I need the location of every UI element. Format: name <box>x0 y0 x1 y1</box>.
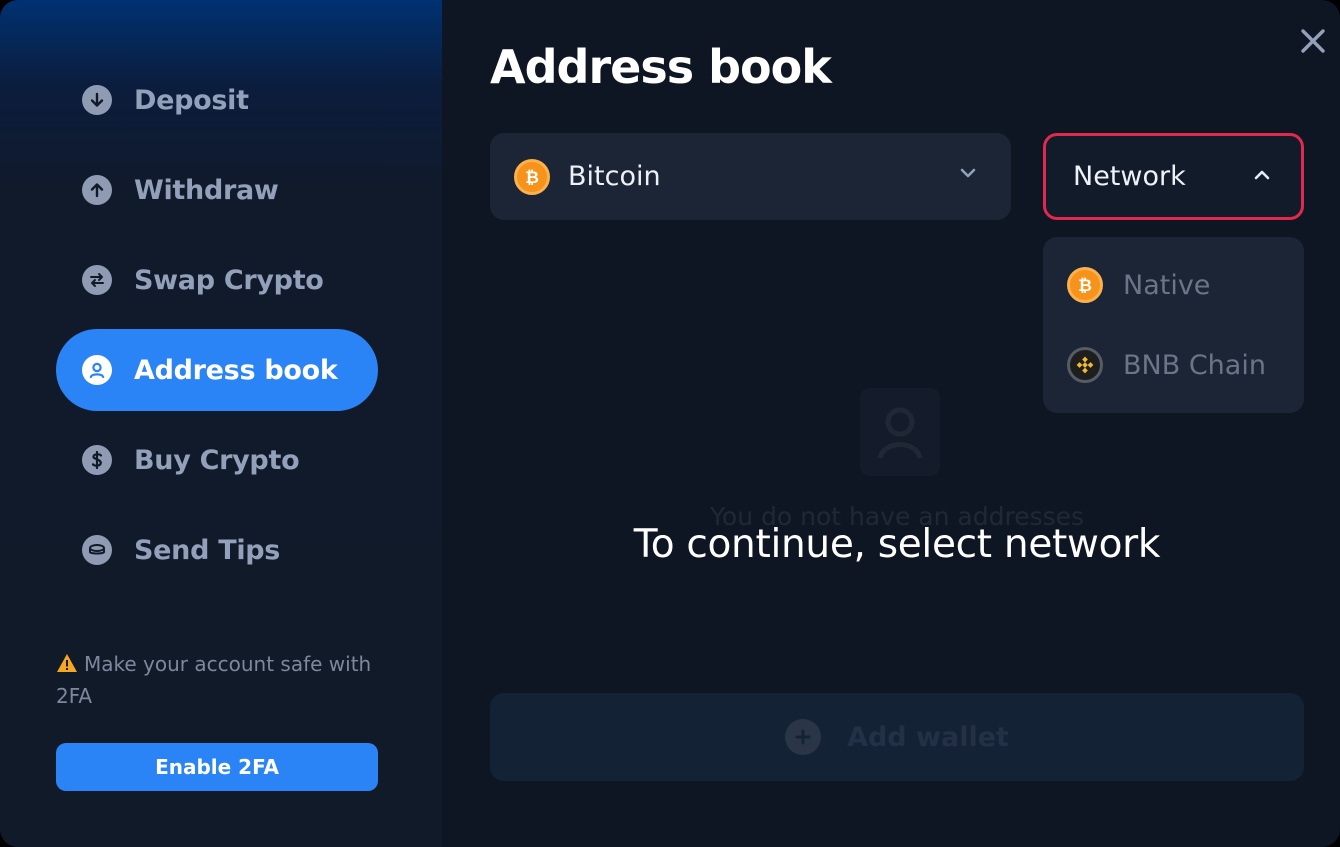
security-note-text: Make your account safe with 2FA <box>56 652 372 708</box>
coins-circle-icon <box>82 535 112 565</box>
sidebar-item-deposit[interactable]: Deposit <box>56 59 378 141</box>
coin-select[interactable]: ₿ Bitcoin <box>490 133 1011 220</box>
coin-select-value: Bitcoin <box>568 161 661 192</box>
close-icon <box>1301 29 1325 53</box>
network-option-label: BNB Chain <box>1123 349 1266 381</box>
sidebar-item-label: Buy Crypto <box>134 444 300 476</box>
sidebar-item-send-tips[interactable]: Send Tips <box>56 509 378 591</box>
network-option-bnb-chain[interactable]: BNB Chain <box>1067 345 1266 385</box>
bnb-chain-icon <box>1067 347 1103 383</box>
address-book-modal: Deposit Withdraw Swap Crypto Address boo… <box>0 0 1340 847</box>
sidebar-item-swap-crypto[interactable]: Swap Crypto <box>56 239 378 321</box>
warning-icon <box>57 654 77 672</box>
chevron-down-icon <box>960 168 976 178</box>
sidebar-item-label: Address book <box>134 354 338 386</box>
plus-icon <box>785 719 822 755</box>
sidebar-item-label: Deposit <box>134 84 249 116</box>
network-select[interactable]: Network <box>1043 133 1304 220</box>
sidebar-item-label: Withdraw <box>134 174 279 206</box>
address-book-icon <box>860 388 940 476</box>
sidebar-item-withdraw[interactable]: Withdraw <box>56 149 378 231</box>
page-title: Address book <box>490 40 832 94</box>
network-option-label: Native <box>1123 269 1211 301</box>
sidebar-item-label: Send Tips <box>134 534 281 566</box>
security-note: Make your account safe with 2FA <box>56 648 376 712</box>
sidebar-item-address-book[interactable]: Address book <box>56 329 378 411</box>
dollar-circle-icon <box>82 445 112 475</box>
svg-text:₿: ₿ <box>525 168 539 187</box>
network-select-label: Network <box>1073 161 1186 192</box>
close-button[interactable] <box>1296 24 1330 58</box>
bitcoin-icon: ₿ <box>514 158 550 195</box>
sidebar: Deposit Withdraw Swap Crypto Address boo… <box>0 0 442 847</box>
arrow-up-circle-icon <box>82 175 112 205</box>
network-option-native[interactable]: ₿ Native <box>1067 265 1210 305</box>
sidebar-item-buy-crypto[interactable]: Buy Crypto <box>56 419 378 501</box>
add-wallet-label: Add wallet <box>847 721 1009 753</box>
sidebar-item-label: Swap Crypto <box>134 264 324 296</box>
arrow-down-circle-icon <box>82 85 112 115</box>
chevron-up-icon <box>1254 170 1270 180</box>
swap-circle-icon <box>82 265 112 295</box>
add-wallet-button[interactable]: Add wallet <box>490 693 1304 781</box>
select-network-message: To continue, select network <box>633 522 1161 567</box>
enable-2fa-button[interactable]: Enable 2FA <box>56 743 378 791</box>
svg-text:₿: ₿ <box>1078 276 1092 295</box>
bitcoin-icon: ₿ <box>1067 267 1103 303</box>
user-circle-icon <box>82 355 112 385</box>
